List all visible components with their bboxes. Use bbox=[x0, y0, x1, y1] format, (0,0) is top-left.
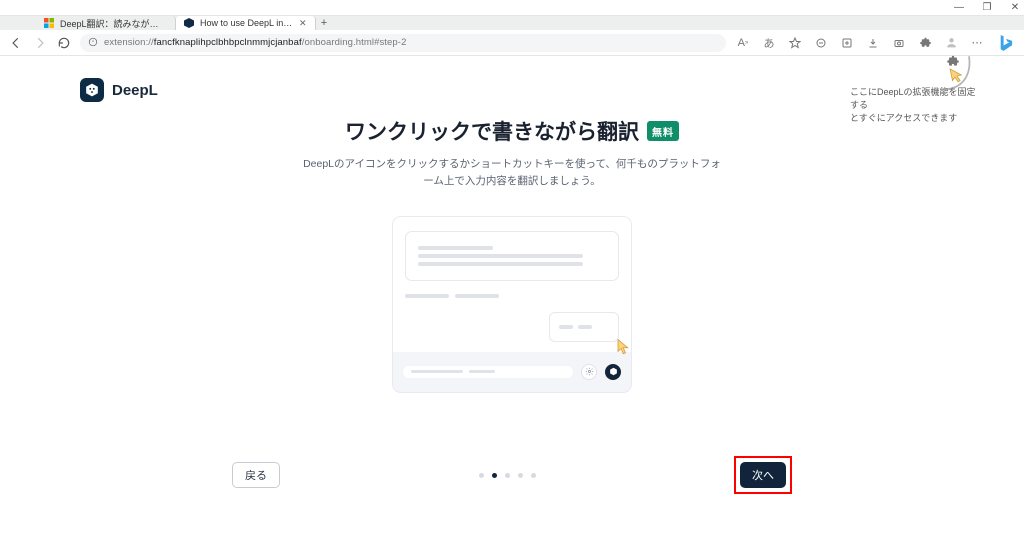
illus-input-row bbox=[393, 352, 631, 392]
next-button[interactable]: 次へ bbox=[740, 462, 786, 488]
step-dot[interactable] bbox=[479, 473, 484, 478]
window-maximize-button[interactable]: ❐ bbox=[982, 3, 992, 13]
extensions-icon[interactable] bbox=[918, 36, 932, 50]
browser-tab[interactable]: How to use DeepL in Chrome ✕ bbox=[176, 16, 316, 30]
new-tab-button[interactable]: + bbox=[316, 16, 332, 30]
nav-refresh-button[interactable] bbox=[56, 35, 72, 51]
nav-back-button[interactable] bbox=[8, 35, 24, 51]
address-bar[interactable]: extension://fancfknaplihpclbhbpclnmmjcja… bbox=[80, 34, 726, 52]
page: DeepL ここにDeepLの拡張機能を固定するとすぐにアクセスできます ワンク… bbox=[0, 56, 1024, 560]
deepl-logo[interactable]: DeepL bbox=[80, 78, 158, 102]
site-info-icon[interactable] bbox=[88, 34, 98, 52]
collections-icon[interactable] bbox=[840, 36, 854, 50]
slide-subtitle: DeepLのアイコンをクリックするかショートカットキーを使って、何千ものプラット… bbox=[302, 156, 722, 190]
window-minimize-button[interactable]: — bbox=[954, 3, 964, 13]
window-titlebar: — ❐ ✕ bbox=[0, 0, 1024, 16]
illus-text-input bbox=[403, 366, 573, 378]
slide-title: ワンクリックで書きながら翻訳 bbox=[345, 116, 639, 146]
illus-reply-bubble bbox=[549, 312, 619, 342]
browser-tabstrip: DeepL翻訳：読みながら、書きなが How to use DeepL in C… bbox=[0, 16, 1024, 30]
bing-sidebar-icon[interactable] bbox=[996, 33, 1014, 53]
illus-meta-bars bbox=[405, 290, 619, 302]
screenshot-icon[interactable] bbox=[892, 36, 906, 50]
back-button[interactable]: 戻る bbox=[232, 462, 280, 488]
step-dots bbox=[479, 473, 536, 478]
tab-label: DeepL翻訳：読みながら、書きなが bbox=[60, 17, 167, 30]
onboarding-slide: ワンクリックで書きながら翻訳 無料 DeepLのアイコンをクリックするかショート… bbox=[302, 116, 722, 393]
next-button-highlight: 次へ bbox=[734, 456, 792, 494]
downloads-icon[interactable] bbox=[866, 36, 880, 50]
step-dot[interactable] bbox=[492, 473, 497, 478]
translate-icon[interactable]: あ bbox=[762, 36, 776, 50]
browser-toolbar: extension://fancfknaplihpclbhbpclnmmjcja… bbox=[0, 30, 1024, 56]
ms-favicon-icon bbox=[44, 18, 54, 28]
illus-message-bubble bbox=[405, 231, 619, 281]
step-dot[interactable] bbox=[505, 473, 510, 478]
tab-close-icon[interactable]: ✕ bbox=[299, 18, 307, 29]
read-aloud-icon[interactable]: A» bbox=[736, 36, 750, 50]
window-close-button[interactable]: ✕ bbox=[1010, 3, 1020, 13]
illustration-cursor-icon bbox=[616, 338, 632, 361]
profile-icon[interactable] bbox=[944, 36, 958, 50]
browser-tab[interactable]: DeepL翻訳：読みながら、書きなが bbox=[36, 16, 176, 30]
step-dot[interactable] bbox=[518, 473, 523, 478]
onboarding-controls: 戻る 次へ bbox=[232, 456, 792, 494]
deepl-wordmark: DeepL bbox=[112, 82, 158, 99]
toolbar-actions: A» あ ⋯ bbox=[734, 33, 1016, 53]
deepl-mark-icon bbox=[80, 78, 104, 102]
illus-settings-icon bbox=[581, 364, 597, 380]
pin-extension-hint: ここにDeepLの拡張機能を固定するとすぐにアクセスできます bbox=[850, 86, 980, 125]
tab-label: How to use DeepL in Chrome bbox=[200, 18, 293, 28]
illus-deepl-icon bbox=[605, 364, 621, 380]
free-badge: 無料 bbox=[647, 121, 679, 141]
step-dot[interactable] bbox=[531, 473, 536, 478]
deepl-favicon-icon bbox=[184, 18, 194, 28]
slide-illustration bbox=[392, 216, 632, 393]
tabstrip-corner-icon bbox=[8, 18, 22, 28]
address-url: extension://fancfknaplihpclbhbpclnmmjcja… bbox=[104, 37, 406, 48]
menu-icon[interactable]: ⋯ bbox=[970, 36, 984, 50]
favorite-icon[interactable] bbox=[788, 36, 802, 50]
nav-forward-button[interactable] bbox=[32, 35, 48, 51]
sync-icon[interactable] bbox=[814, 36, 828, 50]
